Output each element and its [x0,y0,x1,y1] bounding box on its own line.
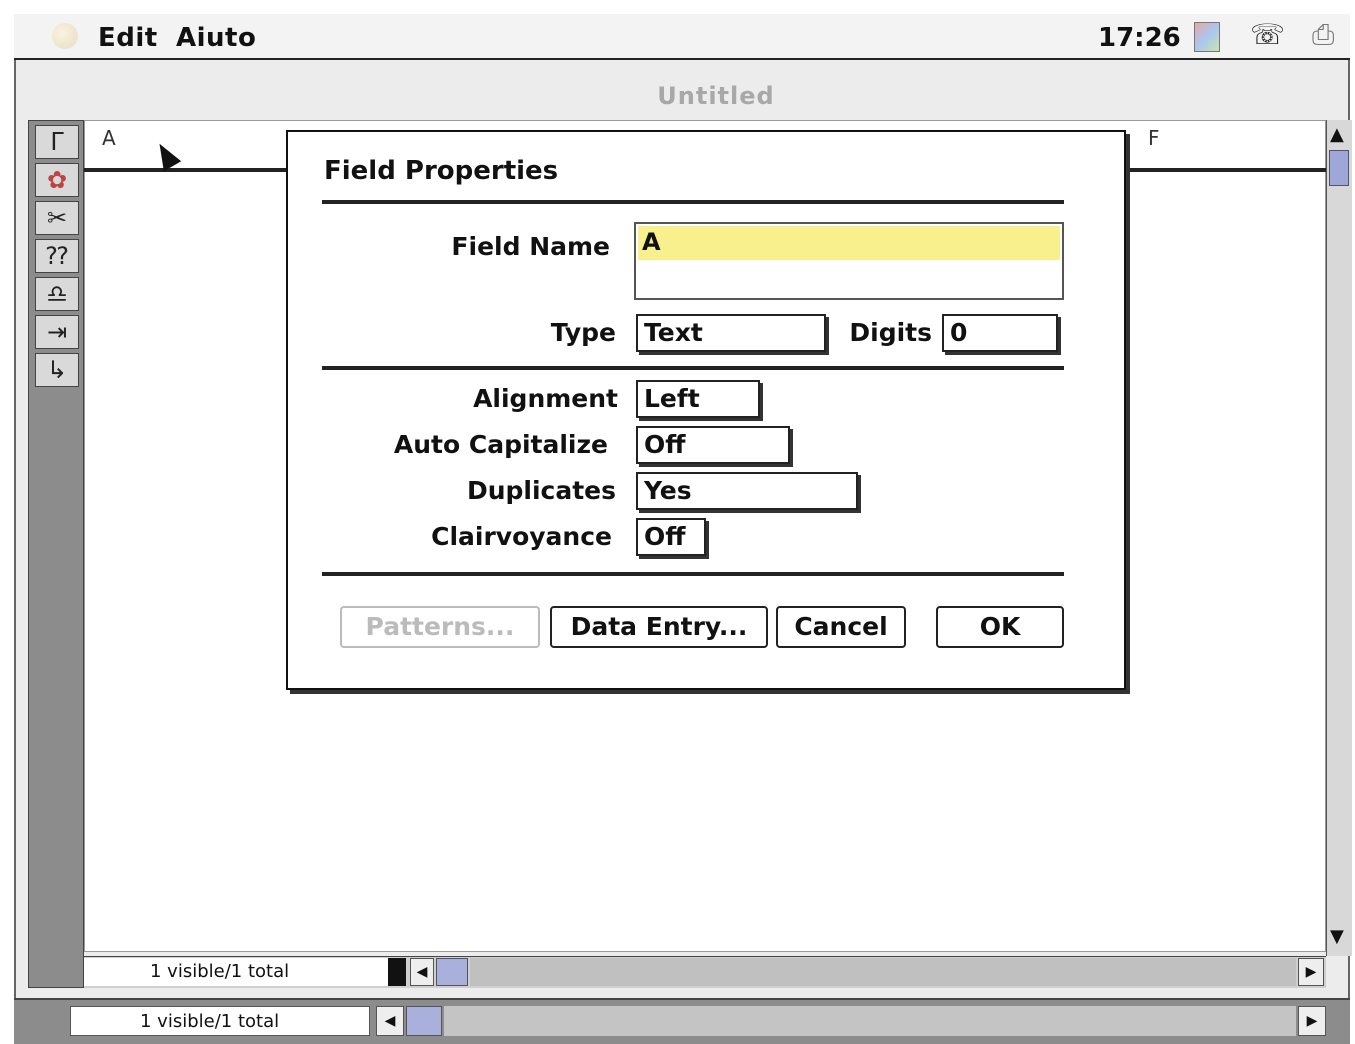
dialog-divider [322,572,1064,576]
type-label: Type [550,318,616,347]
menu-edit[interactable]: Edit [98,23,158,53]
background-record-count-label: 1 visible/1 total [140,1011,280,1032]
column-header-a[interactable]: A [102,126,116,150]
horizontal-scroll-track[interactable] [470,958,1296,986]
background-horizontal-scroll-track[interactable] [444,1006,1296,1036]
duplicates-popup[interactable]: Yes [636,472,858,510]
clairvoyance-label: Clairvoyance [431,522,612,551]
alignment-label: Alignment [473,384,618,413]
alignment-popup[interactable]: Left [636,380,760,418]
digits-label: Digits [849,318,932,347]
apple-icon[interactable] [52,23,78,49]
dialog-divider [322,200,1064,204]
column-header-f[interactable]: F [1148,126,1160,150]
application-switcher-icon[interactable]: ☏ [1250,20,1285,50]
menubar-clock[interactable]: 17:26 [1098,23,1181,53]
app-menu-icon[interactable]: ⎙ [1312,20,1334,50]
scissors-icon[interactable]: ✂ [35,201,79,235]
scroll-up-arrow-icon[interactable]: ▲ [1330,124,1344,145]
background-horizontal-scroll-thumb[interactable] [406,1006,442,1036]
field-name-value[interactable]: A [642,228,661,256]
scroll-left-arrow-icon[interactable]: ◀ [410,958,434,986]
field-name-selection [638,226,1060,260]
bell-icon[interactable]: ♎ [35,277,79,311]
background-scroll-right-arrow-icon[interactable]: ▶ [1298,1006,1326,1036]
text-tool-icon[interactable]: ᒥ [35,125,79,159]
tab-right-icon[interactable]: ⇥ [35,315,79,349]
dialog-divider [322,366,1064,370]
data-entry-button[interactable]: Data Entry... [550,606,768,648]
ok-button[interactable]: OK [936,606,1064,648]
background-scroll-left-arrow-icon[interactable]: ◀ [376,1006,404,1036]
clairvoyance-popup[interactable]: Off [636,518,706,556]
vertical-scroll-thumb[interactable] [1329,150,1349,186]
tool-palette: ᒥ ✿ ✂ ⁇ ♎ ⇥ ↳ [28,120,84,988]
auto-capitalize-popup[interactable]: Off [636,426,790,464]
record-count-label: 1 visible/1 total [150,961,290,982]
field-name-label: Field Name [451,232,610,261]
lasso-tool-icon[interactable]: ✿ [35,163,79,197]
menu-bar: Edit Aiuto 17:26 ☏ ⎙ [14,14,1350,60]
color-picker-icon[interactable] [1194,22,1220,52]
return-icon[interactable]: ↳ [35,353,79,387]
window-title: Untitled [657,82,775,110]
scroll-right-arrow-icon[interactable]: ▶ [1298,958,1324,986]
auto-capitalize-label: Auto Capitalize [393,430,608,459]
cancel-button[interactable]: Cancel [776,606,906,648]
digits-popup[interactable]: 0 [942,314,1058,352]
split-handle[interactable] [388,958,406,986]
design-icon[interactable]: ⁇ [35,239,79,273]
vertical-scrollbar[interactable] [1326,120,1352,956]
patterns-button[interactable]: Patterns... [340,606,540,648]
menu-aiuto[interactable]: Aiuto [176,23,256,53]
dialog-title: Field Properties [324,156,559,186]
scroll-down-arrow-icon[interactable]: ▼ [1330,926,1344,947]
horizontal-scroll-thumb[interactable] [436,958,468,986]
duplicates-label: Duplicates [466,476,616,505]
